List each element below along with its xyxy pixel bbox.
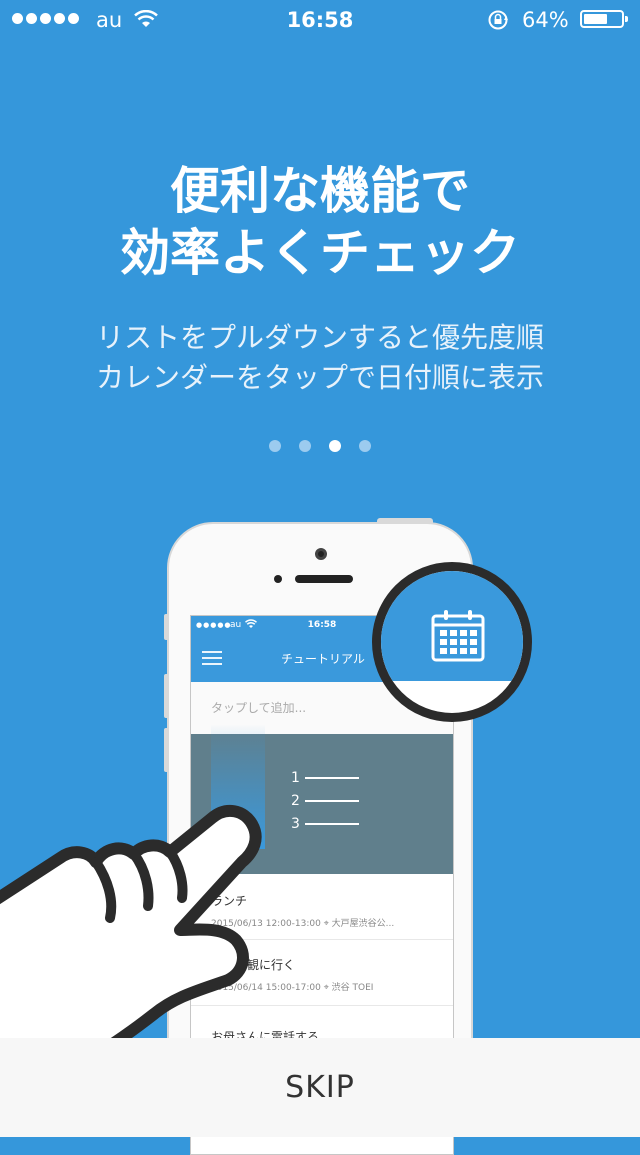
page-dot[interactable] (359, 440, 371, 452)
magnifier-callout (372, 562, 532, 722)
subtitle: リストをプルダウンすると優先度順 カレンダーをタップで日付順に表示 (0, 318, 640, 398)
phone-volume-down (164, 728, 169, 772)
status-bar: au 16:58 64% (0, 0, 640, 40)
phone-sensor (274, 575, 282, 583)
phone-volume-up (164, 674, 169, 718)
phone-camera (315, 548, 327, 560)
priority-label: 3 (291, 816, 300, 832)
priority-line (304, 800, 359, 802)
priority-row: 1 (291, 770, 359, 786)
phone-speaker (295, 575, 353, 583)
page-dot[interactable] (329, 440, 341, 452)
battery-icon (580, 10, 628, 28)
priority-row: 3 (291, 816, 359, 832)
skip-bar: SKIP (0, 1038, 640, 1137)
page-indicator[interactable] (0, 440, 640, 452)
battery-percent: 64% (522, 8, 569, 32)
subtitle-line-1: リストをプルダウンすると優先度順 (95, 321, 544, 354)
priority-label: 2 (291, 793, 300, 809)
calendar-icon[interactable] (431, 609, 485, 663)
page-dot[interactable] (299, 440, 311, 452)
pointing-hand-icon (0, 804, 262, 1050)
subtitle-line-2: カレンダーをタップで日付順に表示 (95, 361, 544, 394)
priority-line (304, 823, 359, 825)
phone-power-button (377, 518, 433, 524)
phone-mute-switch (164, 614, 169, 640)
headline: 便利な機能で 効率よくチェック (0, 160, 640, 284)
add-task-placeholder: タップして追加... (211, 701, 307, 715)
rotation-lock-icon (488, 10, 508, 30)
priority-line (304, 777, 359, 779)
priority-row: 2 (291, 793, 359, 809)
headline-line-1: 便利な機能で (170, 162, 470, 220)
skip-button[interactable]: SKIP (0, 1038, 640, 1137)
priority-label: 1 (291, 770, 300, 786)
page-dot[interactable] (269, 440, 281, 452)
headline-line-2: 効率よくチェック (120, 224, 520, 282)
